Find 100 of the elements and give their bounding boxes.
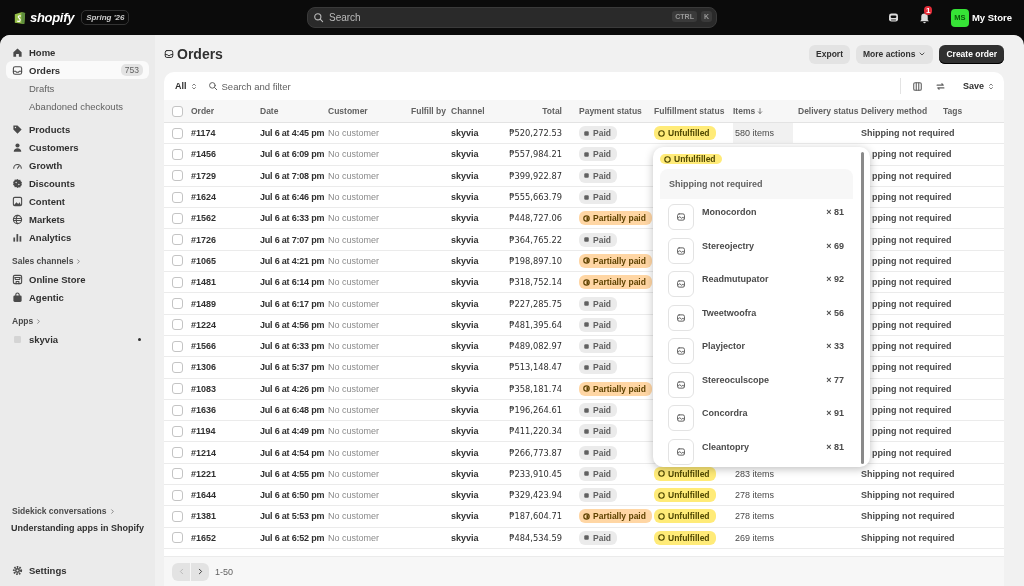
sub-nav-item[interactable]: Drafts — [6, 79, 149, 97]
action-button[interactable]: Export — [809, 44, 850, 64]
checkbox[interactable] — [172, 425, 183, 437]
item-count[interactable]: 580 items — [733, 123, 793, 144]
status-label: Unfulfilled — [674, 154, 716, 164]
section-title: Apps — [12, 316, 34, 326]
delivery-method: pping not required — [872, 192, 952, 203]
checkbox[interactable] — [172, 447, 183, 459]
channel-name: skyvia — [451, 277, 479, 288]
checkbox[interactable] — [172, 340, 183, 352]
order-date: Jul 6 at 4:45 pm — [260, 128, 325, 139]
delivery-method: Shipping not required — [861, 511, 955, 522]
nav-item[interactable]: Settings — [6, 561, 149, 579]
checkbox[interactable] — [172, 319, 183, 331]
item-count[interactable]: 278 items — [733, 506, 793, 527]
save-button[interactable]: Save — [956, 81, 995, 91]
robot-icon[interactable] — [886, 11, 900, 24]
order-number[interactable]: #1562 — [191, 213, 217, 224]
checkbox[interactable] — [172, 489, 183, 501]
order-number[interactable]: #1729 — [191, 170, 217, 181]
image-icon — [676, 346, 686, 356]
nav-item[interactable]: Content — [6, 192, 149, 210]
nav-item[interactable]: Online Store — [6, 270, 149, 288]
nav-item[interactable]: Growth — [6, 156, 149, 174]
section-heading[interactable]: Sales channels — [6, 252, 149, 270]
nav-item[interactable]: Agentic — [6, 288, 149, 306]
nav-item[interactable]: Markets — [6, 210, 149, 228]
next-page-button[interactable] — [191, 562, 209, 581]
order-number[interactable]: #1221 — [191, 468, 217, 479]
checkbox[interactable] — [172, 255, 183, 267]
order-number[interactable]: #1224 — [191, 319, 217, 330]
order-date: Jul 6 at 6:33 pm — [260, 213, 325, 224]
nav-item[interactable]: Products — [6, 120, 149, 138]
status-label: Paid — [593, 362, 611, 373]
order-number[interactable]: #1566 — [191, 341, 217, 352]
checkbox[interactable] — [172, 298, 183, 309]
checkbox[interactable] — [172, 127, 183, 139]
section-heading[interactable]: Sidekick conversations — [6, 502, 149, 520]
bag-logo-icon — [12, 9, 27, 26]
checkbox[interactable] — [172, 234, 183, 246]
order-number[interactable]: #1644 — [191, 490, 217, 501]
checkbox[interactable] — [172, 170, 183, 182]
checkbox[interactable] — [172, 404, 183, 416]
order-number[interactable]: #1636 — [191, 405, 217, 415]
order-number[interactable]: #1174 — [191, 128, 216, 139]
order-number[interactable]: #1065 — [191, 255, 217, 266]
checkbox[interactable] — [172, 468, 183, 480]
order-number[interactable]: #1306 — [191, 362, 217, 373]
order-number[interactable]: #1456 — [191, 149, 217, 160]
inbox-icon — [12, 64, 23, 76]
checkbox[interactable] — [172, 276, 183, 288]
checkbox[interactable] — [172, 383, 183, 395]
product-name: Playjector — [702, 340, 747, 351]
open-circle-icon — [657, 512, 666, 521]
product-name: Monocordon — [702, 206, 758, 217]
order-number[interactable]: #1489 — [191, 298, 217, 309]
conversation-link[interactable]: Understanding apps in Shopify — [6, 520, 149, 539]
item-count[interactable]: 278 items — [733, 485, 793, 506]
sort-icon[interactable] — [934, 80, 946, 92]
item-count[interactable]: 269 items — [733, 527, 793, 548]
edition-tag: Spring '26 — [81, 10, 130, 25]
order-number[interactable]: #1083 — [191, 383, 217, 394]
section-heading[interactable]: Apps — [6, 312, 149, 330]
checkbox[interactable] — [172, 532, 183, 544]
scrollbar-thumb[interactable] — [861, 152, 864, 464]
order-number[interactable]: #1481 — [191, 277, 217, 288]
checkbox[interactable] — [172, 105, 183, 117]
nav-item[interactable]: Analytics — [6, 228, 149, 246]
order-number[interactable]: #1624 — [191, 192, 217, 203]
filter-field[interactable]: Search and filter — [221, 80, 890, 92]
nav-item[interactable]: Discounts — [6, 174, 149, 192]
sub-nav-item[interactable]: Abandoned checkouts — [6, 97, 149, 115]
store-name[interactable]: My Store — [971, 12, 1012, 23]
order-number[interactable]: #1381 — [191, 511, 217, 522]
order-number[interactable]: #1194 — [191, 426, 216, 437]
channel-name: skyvia — [451, 192, 479, 203]
item-count[interactable]: 283 items — [733, 463, 793, 485]
customer-name: No customer — [328, 319, 380, 330]
nav-item[interactable]: skyvia — [6, 330, 149, 348]
columns-icon[interactable] — [911, 80, 923, 92]
column-header: Fulfill by — [411, 106, 446, 116]
open-circle-icon — [657, 533, 666, 543]
checkbox[interactable] — [172, 511, 183, 522]
item-quantity: × 69 — [826, 239, 844, 251]
action-button[interactable]: More actions — [856, 44, 934, 64]
channel-name: skyvia — [451, 405, 479, 415]
primary-button[interactable]: Create order — [939, 44, 1004, 64]
half-circle-icon — [582, 256, 591, 266]
order-number[interactable]: #1726 — [191, 234, 217, 245]
nav-item[interactable]: Home — [6, 43, 149, 61]
checkbox[interactable] — [172, 191, 183, 203]
order-number[interactable]: #1652 — [191, 532, 217, 543]
order-number[interactable]: #1214 — [191, 447, 217, 458]
nav-item[interactable]: Orders 753 — [6, 61, 149, 79]
nav-item[interactable]: Customers — [6, 138, 149, 156]
checkbox[interactable] — [172, 212, 183, 224]
view-selector[interactable]: All — [175, 81, 198, 91]
checkbox[interactable] — [172, 148, 183, 160]
checkbox[interactable] — [172, 361, 183, 373]
open-circle-icon — [657, 490, 666, 500]
